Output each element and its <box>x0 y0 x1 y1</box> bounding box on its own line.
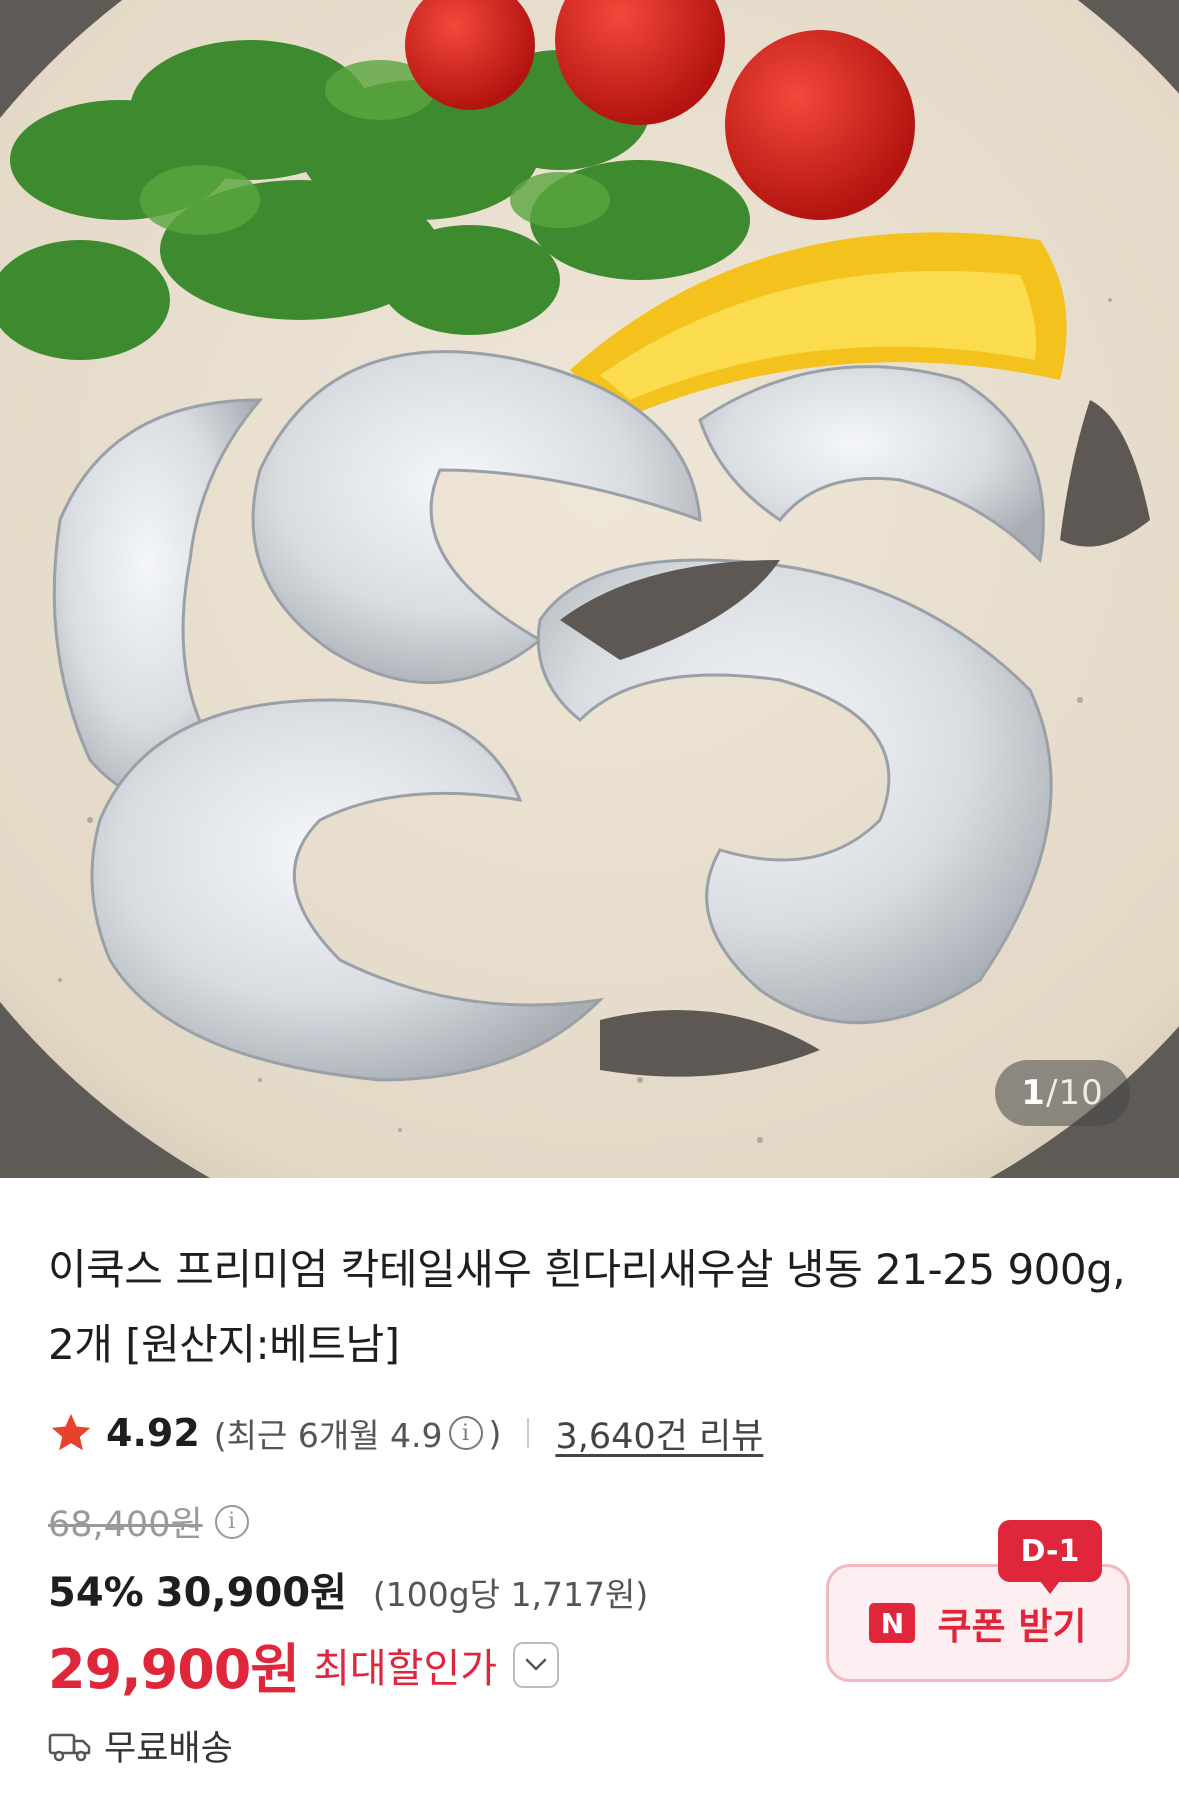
sale-price-row: 54% 30,900원 (100g당 1,717원) <box>48 1560 648 1618</box>
image-counter-total: 10 <box>1058 1073 1104 1113</box>
coupon-label: 쿠폰 받기 <box>937 1605 1087 1648</box>
recent-rating-close: ) <box>488 1413 502 1453</box>
star-icon <box>51 1413 91 1451</box>
original-price: 68,400원 <box>48 1505 203 1545</box>
review-count-link[interactable]: 3,640건 리뷰 <box>555 1408 763 1459</box>
image-counter-current: 1 <box>1021 1073 1046 1113</box>
product-title: 이쿡스 프리미엄 칵테일새우 흰다리새우살 냉동 21-25 900g, 2개 … <box>48 1245 1126 1369</box>
product-image[interactable]: 1 / 10 <box>0 0 1179 1178</box>
naver-logo-icon: N <box>869 1603 916 1643</box>
unit-price: (100g당 1,717원) <box>372 1575 649 1614</box>
divider <box>527 1418 530 1448</box>
truck-icon <box>48 1733 91 1761</box>
product-photo <box>0 0 1179 1178</box>
chevron-down-icon[interactable] <box>513 1641 560 1688</box>
shipping-label: 무료배송 <box>104 1729 233 1769</box>
price-info-icon[interactable]: i <box>214 1504 249 1539</box>
max-discount-label: 최대할인가 <box>313 1645 498 1692</box>
max-discount-price: 29,900원 <box>48 1638 300 1701</box>
original-price-row: 68,400원 i <box>48 1496 255 1547</box>
recent-rating: (최근 6개월 4.9 i ) <box>214 1409 502 1457</box>
rating-score: 4.92 <box>106 1411 200 1455</box>
recent-rating-text: (최근 6개월 4.9 <box>213 1416 443 1455</box>
shipping-info: 무료배송 <box>48 1720 233 1771</box>
chevron-down-glyph <box>525 1658 547 1670</box>
rating-row: 4.92 (최근 6개월 4.9 i ) 3,640건 리뷰 <box>48 1405 763 1461</box>
info-icon[interactable]: i <box>448 1416 483 1450</box>
sale-price: 30,900원 <box>155 1570 347 1616</box>
d-day-badge: D-1 <box>998 1520 1102 1594</box>
image-counter: 1 / 10 <box>995 1060 1130 1126</box>
max-discount-row: 29,900원 최대할인가 <box>48 1625 560 1704</box>
discount-rate: 54% <box>48 1570 144 1616</box>
image-counter-separator: / <box>1045 1073 1059 1113</box>
